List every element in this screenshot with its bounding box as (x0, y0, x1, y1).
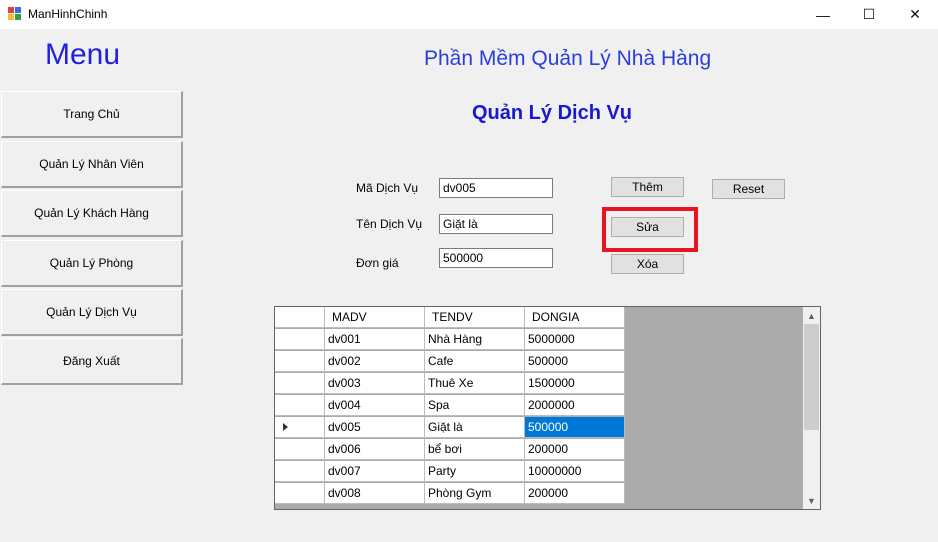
grid-cell-dongia[interactable]: 200000 (525, 483, 625, 504)
grid-cell-tendv[interactable]: bể bơi (425, 439, 525, 460)
nav-quan-ly-dich-vu-button[interactable]: Quản Lý Dịch Vụ (1, 289, 183, 336)
dich-vu-grid[interactable]: ▲ ▼ MADV TENDV DONGIA dv001 Nhà Hàng 5000000 d… (274, 306, 821, 510)
grid-cell-madv[interactable]: dv002 (325, 351, 425, 372)
window-title: ManHinhChinh (28, 7, 108, 21)
app-icon (8, 7, 22, 21)
row-header[interactable] (275, 461, 325, 482)
scroll-thumb[interactable] (804, 324, 819, 430)
ma-dich-vu-label: Mã Dịch Vụ (356, 181, 419, 195)
row-header[interactable] (275, 483, 325, 504)
scroll-down-icon[interactable]: ▼ (803, 492, 820, 509)
grid-cell-dongia[interactable]: 5000000 (525, 329, 625, 350)
row-header[interactable] (275, 395, 325, 416)
grid-cell-tendv[interactable]: Giặt là (425, 417, 525, 438)
grid-cell-tendv[interactable]: Spa (425, 395, 525, 416)
grid-cell-dongia[interactable]: 200000 (525, 439, 625, 460)
row-header[interactable] (275, 417, 325, 438)
grid-cell-tendv[interactable]: Thuê Xe (425, 373, 525, 394)
row-header[interactable] (275, 439, 325, 460)
nav-quan-ly-khach-hang-button[interactable]: Quản Lý Khách Hàng (1, 190, 183, 237)
grid-cell-tendv[interactable]: Cafe (425, 351, 525, 372)
don-gia-label: Đơn giá (356, 256, 399, 270)
xoa-button[interactable]: Xóa (611, 254, 684, 274)
grid-cell-tendv[interactable]: Nhà Hàng (425, 329, 525, 350)
grid-cell-dongia[interactable]: 500000 (525, 417, 625, 438)
current-row-arrow-icon (283, 423, 288, 431)
grid-cell-madv[interactable]: dv007 (325, 461, 425, 482)
section-title: Quản Lý Dịch Vụ (472, 102, 633, 124)
scroll-up-icon[interactable]: ▲ (803, 307, 820, 324)
nav-quan-ly-nhan-vien-button[interactable]: Quản Lý Nhân Viên (1, 141, 183, 188)
grid-cell-dongia[interactable]: 2000000 (525, 395, 625, 416)
column-header-dongia[interactable]: DONGIA (525, 307, 625, 328)
grid-cell-tendv[interactable]: Phòng Gym (425, 483, 525, 504)
nav-quan-ly-phong-button[interactable]: Quản Lý Phòng (1, 240, 183, 287)
grid-cell-madv[interactable]: dv003 (325, 373, 425, 394)
grid-cell-tendv[interactable]: Party (425, 461, 525, 482)
don-gia-input[interactable]: 500000 (439, 248, 553, 268)
grid-cell-madv[interactable]: dv005 (325, 417, 425, 438)
grid-vertical-scrollbar[interactable]: ▲ ▼ (803, 307, 820, 509)
minimize-button[interactable]: — (800, 0, 846, 29)
ten-dich-vu-label: Tên Dịch Vụ (356, 217, 423, 231)
grid-cell-madv[interactable]: dv004 (325, 395, 425, 416)
reset-button[interactable]: Reset (712, 179, 785, 199)
close-button[interactable]: ✕ (892, 0, 938, 29)
row-header[interactable] (275, 351, 325, 372)
ma-dich-vu-input[interactable]: dv005 (439, 178, 553, 198)
grid-cell-madv[interactable]: dv008 (325, 483, 425, 504)
app-title: Phần Mềm Quản Lý Nhà Hàng (424, 47, 712, 70)
grid-cell-dongia[interactable]: 10000000 (525, 461, 625, 482)
grid-cell-dongia[interactable]: 1500000 (525, 373, 625, 394)
nav-dang-xuat-button[interactable]: Đăng Xuất (1, 338, 183, 385)
maximize-button[interactable]: ☐ (846, 0, 892, 29)
column-header-madv[interactable]: MADV (325, 307, 425, 328)
grid-corner-header[interactable] (275, 307, 325, 328)
grid-cell-madv[interactable]: dv001 (325, 329, 425, 350)
ten-dich-vu-input[interactable]: Giặt là (439, 214, 553, 234)
grid-cell-madv[interactable]: dv006 (325, 439, 425, 460)
sua-highlight-box (602, 207, 698, 252)
column-header-tendv[interactable]: TENDV (425, 307, 525, 328)
grid-cell-dongia[interactable]: 500000 (525, 351, 625, 372)
them-button[interactable]: Thêm (611, 177, 684, 197)
row-header[interactable] (275, 329, 325, 350)
title-bar: ManHinhChinh — ☐ ✕ (0, 0, 938, 29)
row-header[interactable] (275, 373, 325, 394)
menu-title: Menu (45, 38, 121, 71)
nav-trang-chu-button[interactable]: Trang Chủ (1, 91, 183, 138)
